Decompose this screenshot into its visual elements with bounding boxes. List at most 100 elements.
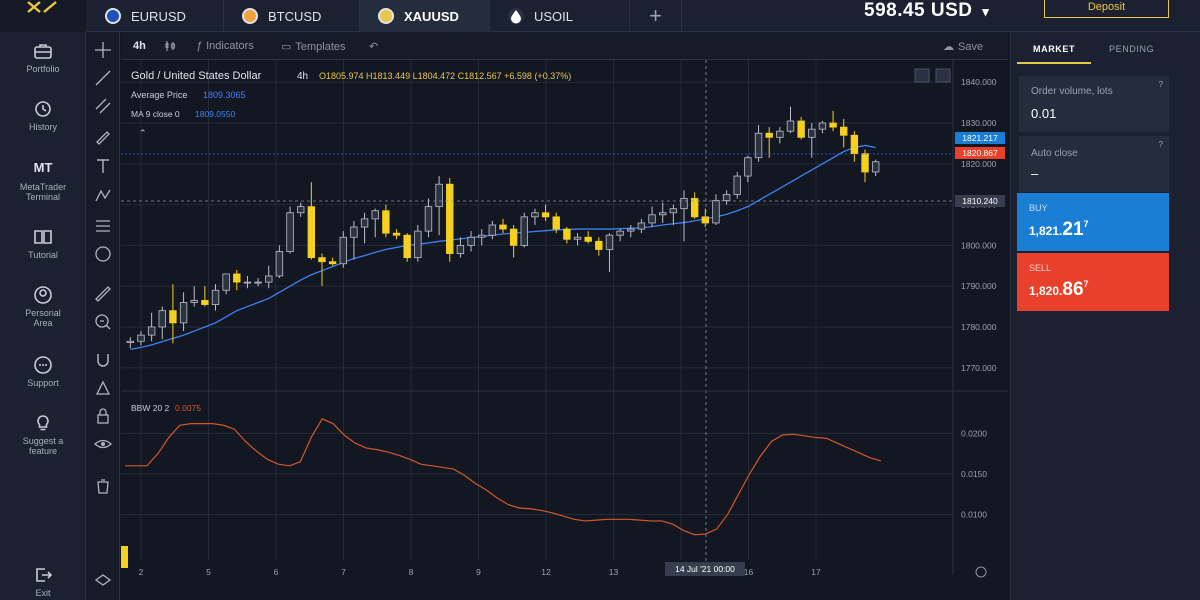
scroll-marker[interactable]	[121, 546, 128, 568]
channel-tool-icon[interactable]	[93, 96, 113, 116]
tab-usoil[interactable]: USOIL	[490, 0, 630, 32]
candle	[307, 182, 316, 260]
fx-icon: ƒ	[196, 40, 203, 52]
time-tick-label: 2	[139, 567, 144, 577]
stay-drawing-tool-icon[interactable]	[93, 378, 113, 398]
zoom-tool-icon[interactable]	[93, 312, 113, 332]
balance-display[interactable]: 598.45 USD ▾	[864, 0, 989, 22]
tab-xauusd[interactable]: XAUUSD	[360, 0, 490, 32]
magnet-tool-icon[interactable]	[93, 350, 113, 370]
candle-body	[520, 216, 528, 246]
candle	[233, 269, 241, 291]
candle	[478, 229, 486, 246]
candle	[328, 257, 337, 266]
save-button[interactable]: ☁ Save	[943, 40, 983, 53]
candle-type-icon[interactable]	[163, 39, 177, 53]
collapse-legend-icon[interactable]: ⌃	[139, 128, 147, 138]
help-icon[interactable]: ?	[1159, 80, 1163, 89]
trend-line-tool-icon[interactable]	[93, 68, 113, 88]
bbw-indicator-layer	[125, 418, 882, 536]
indicators-label: Indicators	[206, 40, 254, 52]
trash-icon[interactable]	[93, 476, 113, 496]
timeframe-button[interactable]: 4h	[133, 40, 146, 52]
help-icon[interactable]: ?	[1159, 140, 1163, 149]
candle	[850, 131, 859, 162]
candle	[158, 306, 166, 340]
candle	[712, 194, 720, 225]
sell-button[interactable]: SELL 1,820.867	[1017, 253, 1169, 311]
sidebar-item-exit[interactable]: Exit	[0, 566, 86, 598]
candle	[659, 202, 667, 223]
tab-pending[interactable]: PENDING	[1109, 44, 1154, 54]
chart-settings-icon[interactable]	[975, 566, 987, 578]
candle-body	[765, 132, 773, 138]
candle-body	[286, 212, 294, 252]
bulb-icon	[37, 415, 49, 431]
sidebar-item-support[interactable]: Support	[0, 356, 86, 388]
auto-close-field[interactable]: Auto close – ?	[1019, 136, 1169, 192]
sidebar-item-portfolio[interactable]: Portfolio	[0, 42, 86, 74]
price-chart[interactable]: 1840.0001830.0001820.0001810.0001800.000…	[121, 60, 1008, 600]
order-volume-field[interactable]: Order volume, lots 0.01 ?	[1019, 76, 1169, 132]
candle	[371, 208, 379, 238]
candle-body	[499, 224, 507, 230]
templates-button[interactable]: ▭ Templates	[281, 40, 346, 53]
ma-value: 1809.0550	[195, 109, 235, 119]
candle	[392, 229, 401, 240]
fib-tool-icon[interactable]	[93, 216, 113, 236]
tab-eurusd[interactable]: EURUSD	[87, 0, 224, 32]
pane-maximize-icon[interactable]	[935, 68, 951, 83]
buy-price: 1,821.217	[1029, 219, 1089, 240]
emoji-tool-icon[interactable]	[93, 244, 113, 264]
candle-body	[243, 281, 252, 284]
undo-icon[interactable]: ↶	[369, 40, 378, 53]
crosshair-price-tag: 1810.240	[955, 195, 1005, 207]
crosshair-tool-icon[interactable]	[93, 40, 113, 60]
order-volume-label: Order volume, lots	[1031, 86, 1113, 97]
sidebar-item-history[interactable]: History	[0, 100, 86, 132]
sidebar-item-suggest-feature[interactable]: Suggest a feature	[0, 414, 86, 456]
sidebar-item-personal-area[interactable]: Personal Area	[0, 286, 86, 328]
pane-minimize-icon[interactable]	[914, 68, 930, 83]
candle	[190, 286, 198, 307]
candle	[456, 237, 465, 258]
buy-button[interactable]: BUY 1,821.217	[1017, 193, 1169, 251]
sidebar-item-metatrader[interactable]: MT MetaTrader Terminal	[0, 160, 86, 202]
deposit-button[interactable]: Deposit	[1044, 0, 1169, 18]
candle-body	[254, 281, 262, 284]
text-tool-icon[interactable]	[93, 156, 113, 176]
candle-body	[350, 226, 358, 238]
avg-price-value: 1809.3065	[203, 90, 246, 100]
tab-btcusd[interactable]: BTCUSD	[224, 0, 360, 32]
candle-body	[680, 198, 688, 210]
gold-usd-icon	[378, 8, 394, 24]
candle-body	[722, 194, 731, 201]
ruler-tool-icon[interactable]	[93, 284, 113, 304]
candle-body	[733, 175, 741, 195]
indicators-button[interactable]: ƒ Indicators	[196, 40, 254, 52]
sidebar-item-label: Portfolio	[26, 64, 60, 74]
sell-price: 1,820.867	[1029, 279, 1089, 300]
layers-icon[interactable]	[93, 572, 113, 592]
sidebar-item-tutorial[interactable]: Tutorial	[0, 228, 86, 260]
brush-tool-icon[interactable]	[93, 126, 113, 146]
candle-body	[488, 224, 497, 236]
pattern-tool-icon[interactable]	[93, 186, 113, 206]
lock-icon[interactable]	[93, 406, 113, 426]
brand-logo-icon	[27, 1, 57, 13]
order-volume-value: 0.01	[1031, 106, 1057, 121]
candle-body	[648, 214, 656, 224]
logo[interactable]	[0, 0, 86, 32]
time-tick-label: 17	[811, 567, 821, 577]
eye-icon[interactable]	[93, 434, 113, 454]
chart-area[interactable]: 1840.0001830.0001820.0001810.0001800.000…	[121, 60, 1008, 600]
tab-market[interactable]: MARKET	[1033, 44, 1075, 54]
time-tick-label: 6	[274, 567, 279, 577]
chart-toolbar: 4h ƒ Indicators ▭ Templates ↶ ☁ Save	[121, 32, 1008, 60]
add-tab-button[interactable]: +	[630, 0, 682, 32]
sidebar: Portfolio History MT MetaTrader Terminal…	[0, 32, 86, 600]
bbw-label: BBW 20 2	[131, 403, 170, 413]
candle-body	[307, 206, 316, 259]
time-tick-label: 5	[206, 567, 211, 577]
candle	[275, 245, 284, 279]
